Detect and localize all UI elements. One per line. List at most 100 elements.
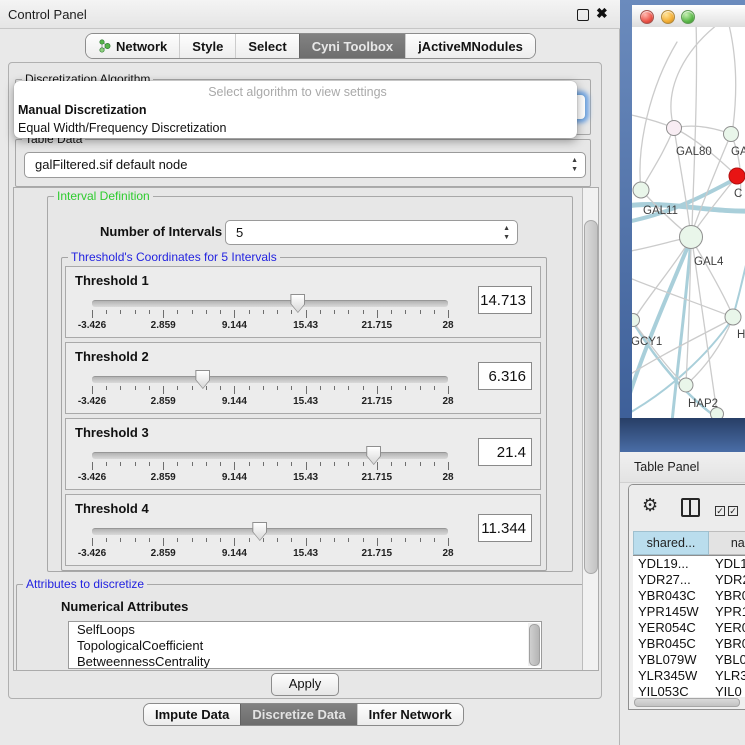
cell-shared-name: YPR145W [633, 604, 709, 620]
cell-name: YIL0 [709, 684, 742, 698]
control-panel-titlebar: Control Panel ✖ [0, 0, 620, 29]
column-header-shared-name[interactable]: shared... [633, 531, 709, 555]
dropdown-option-manual-discretization[interactable]: Manual Discretization [14, 101, 577, 119]
threshold-value-field[interactable]: 6.316 [478, 362, 532, 390]
tab-select[interactable]: Select [235, 34, 298, 58]
attribute-list-item[interactable]: BetweennessCentrality [69, 654, 541, 669]
network-node-label: GAL4 [694, 256, 724, 268]
slider-track[interactable] [92, 300, 448, 307]
close-traffic-light-icon[interactable] [640, 10, 654, 24]
zoom-traffic-light-icon[interactable] [681, 10, 695, 24]
scrollbar-thumb[interactable] [634, 698, 740, 707]
slider-ticks [92, 310, 448, 319]
network-edge [728, 27, 736, 127]
threshold-label: Threshold 2 [75, 349, 149, 364]
threshold-value-field[interactable]: 14.713 [478, 286, 532, 314]
tab-style[interactable]: Style [179, 34, 235, 58]
network-node[interactable] [632, 314, 640, 327]
tab-discretize-data[interactable]: Discretize Data [240, 704, 356, 725]
table-panel-title: Table Panel [634, 460, 699, 474]
table-row[interactable]: YER054CYER0 [633, 620, 745, 636]
checked-box-icon[interactable]: ✓ [715, 506, 725, 516]
slider-track[interactable] [92, 452, 448, 459]
cyni-toolbox-panel: Discretization Algorithm ▲▼ Table Data g… [8, 62, 602, 699]
tab-network[interactable]: Network [86, 34, 179, 58]
threshold-value-field[interactable]: 11.344 [478, 514, 532, 542]
cell-shared-name: YLR345W [633, 668, 709, 684]
table-row[interactable]: YBR045CYBR0 [633, 636, 745, 652]
scrollbar-thumb[interactable] [529, 624, 540, 666]
network-edge [694, 176, 737, 232]
split-columns-icon[interactable] [681, 498, 700, 517]
network-node[interactable] [680, 226, 703, 249]
slider-track[interactable] [92, 376, 448, 383]
cell-shared-name: YER054C [633, 620, 709, 636]
dropdown-placeholder-option[interactable]: Select algorithm to view settings [14, 81, 577, 101]
attribute-list-item[interactable]: SelfLoops [69, 622, 541, 638]
combo-arrows-icon: ▲▼ [571, 156, 578, 174]
network-node[interactable] [725, 309, 741, 325]
threshold-panel: Threshold 4-3.4262.8599.14415.4321.71528… [65, 494, 541, 566]
table-data-combobox[interactable]: galFiltered.sif default node ▲▼ [24, 152, 586, 178]
scrollbar-thumb[interactable] [584, 220, 598, 574]
network-node[interactable] [724, 127, 739, 142]
float-window-icon[interactable] [577, 9, 589, 21]
settings-scroll-area: Interval Definition Number of Intervals … [13, 187, 599, 671]
cell-shared-name: YBL079W [633, 652, 709, 668]
table-row[interactable]: YPR145WYPR1 [633, 604, 745, 620]
group-title: Interval Definition [54, 189, 153, 203]
tab-jactivemnodules[interactable]: jActiveMNodules [405, 34, 535, 58]
slider-tick-labels: -3.4262.8599.14415.4321.71528 [92, 396, 448, 408]
threshold-panel: Threshold 2 -3.4262.8599.14415.4321.71528… [65, 342, 541, 414]
network-node-label: H [737, 329, 745, 341]
combo-value: galFiltered.sif default node [25, 153, 585, 177]
table-row[interactable]: YIL053CYIL0 [633, 684, 745, 698]
table-hscrollbar[interactable] [633, 697, 745, 707]
tab-label: Impute Data [155, 707, 229, 722]
column-header-name[interactable]: name [709, 531, 745, 555]
checked-box-icon[interactable]: ✓ [728, 506, 738, 516]
tab-cyni-toolbox[interactable]: Cyni Toolbox [299, 34, 405, 58]
close-icon[interactable]: ✖ [596, 5, 608, 22]
num-intervals-combobox[interactable]: 5 ▲▼ [225, 220, 518, 245]
network-node-label: GCY1 [632, 336, 662, 348]
main-scrollbar[interactable] [582, 188, 598, 670]
table-row[interactable]: YBR043CYBR0 [633, 588, 745, 604]
network-node-label: C [734, 188, 742, 200]
network-node-label: GA [731, 146, 745, 158]
table-row[interactable]: YDL19...YDL1 [633, 556, 745, 572]
network-node[interactable] [667, 121, 682, 136]
attribute-list-item[interactable]: TopologicalCoefficient [69, 638, 541, 654]
tab-impute-data[interactable]: Impute Data [144, 704, 240, 725]
network-window-titlebar[interactable] [632, 5, 745, 28]
network-edge [632, 239, 682, 252]
network-node[interactable] [729, 168, 745, 184]
network-canvas[interactable]: GAL80GACGAL11GAL4GCY1HHAP2 [632, 27, 745, 418]
table-panel: ⚙ ✓ ✓ shared... name YDL19...YDL1YDR27..… [628, 484, 745, 710]
network-node[interactable] [679, 378, 693, 392]
table-rows: YDL19...YDL1YDR27...YDR2YBR043CYBR0YPR14… [633, 555, 745, 698]
tab-infer-network[interactable]: Infer Network [357, 704, 463, 725]
gear-icon[interactable]: ⚙ [642, 496, 658, 514]
network-view-window: GAL80GACGAL11GAL4GCY1HHAP2 [620, 0, 745, 452]
minimize-traffic-light-icon[interactable] [661, 10, 675, 24]
tab-label: Infer Network [369, 707, 452, 722]
network-edge [692, 240, 732, 314]
attributes-scrollbar[interactable] [528, 623, 540, 666]
cell-name: YLR3 [709, 668, 745, 684]
num-intervals-label: Number of Intervals [100, 224, 222, 239]
network-node[interactable] [633, 182, 649, 198]
combo-arrows-icon: ▲▼ [503, 224, 510, 242]
table-row[interactable]: YDR27...YDR2 [633, 572, 745, 588]
tab-label: Cyni Toolbox [312, 39, 393, 54]
network-graph: GAL80GACGAL11GAL4GCY1HHAP2 [632, 27, 745, 418]
slider-track[interactable] [92, 528, 448, 535]
threshold-value-field[interactable]: 21.4 [478, 438, 532, 466]
table-row[interactable]: YLR345WYLR3 [633, 668, 745, 684]
dropdown-option-equal-width-frequency[interactable]: Equal Width/Frequency Discretization [14, 119, 577, 137]
table-row[interactable]: YBL079WYBL0 [633, 652, 745, 668]
bottom-tab-strip: Impute Data Discretize Data Infer Networ… [143, 703, 464, 726]
numerical-attributes-list[interactable]: SelfLoopsTopologicalCoefficientBetweenne… [68, 621, 542, 669]
numerical-attributes-label: Numerical Attributes [61, 599, 188, 614]
apply-button[interactable]: Apply [271, 673, 339, 696]
